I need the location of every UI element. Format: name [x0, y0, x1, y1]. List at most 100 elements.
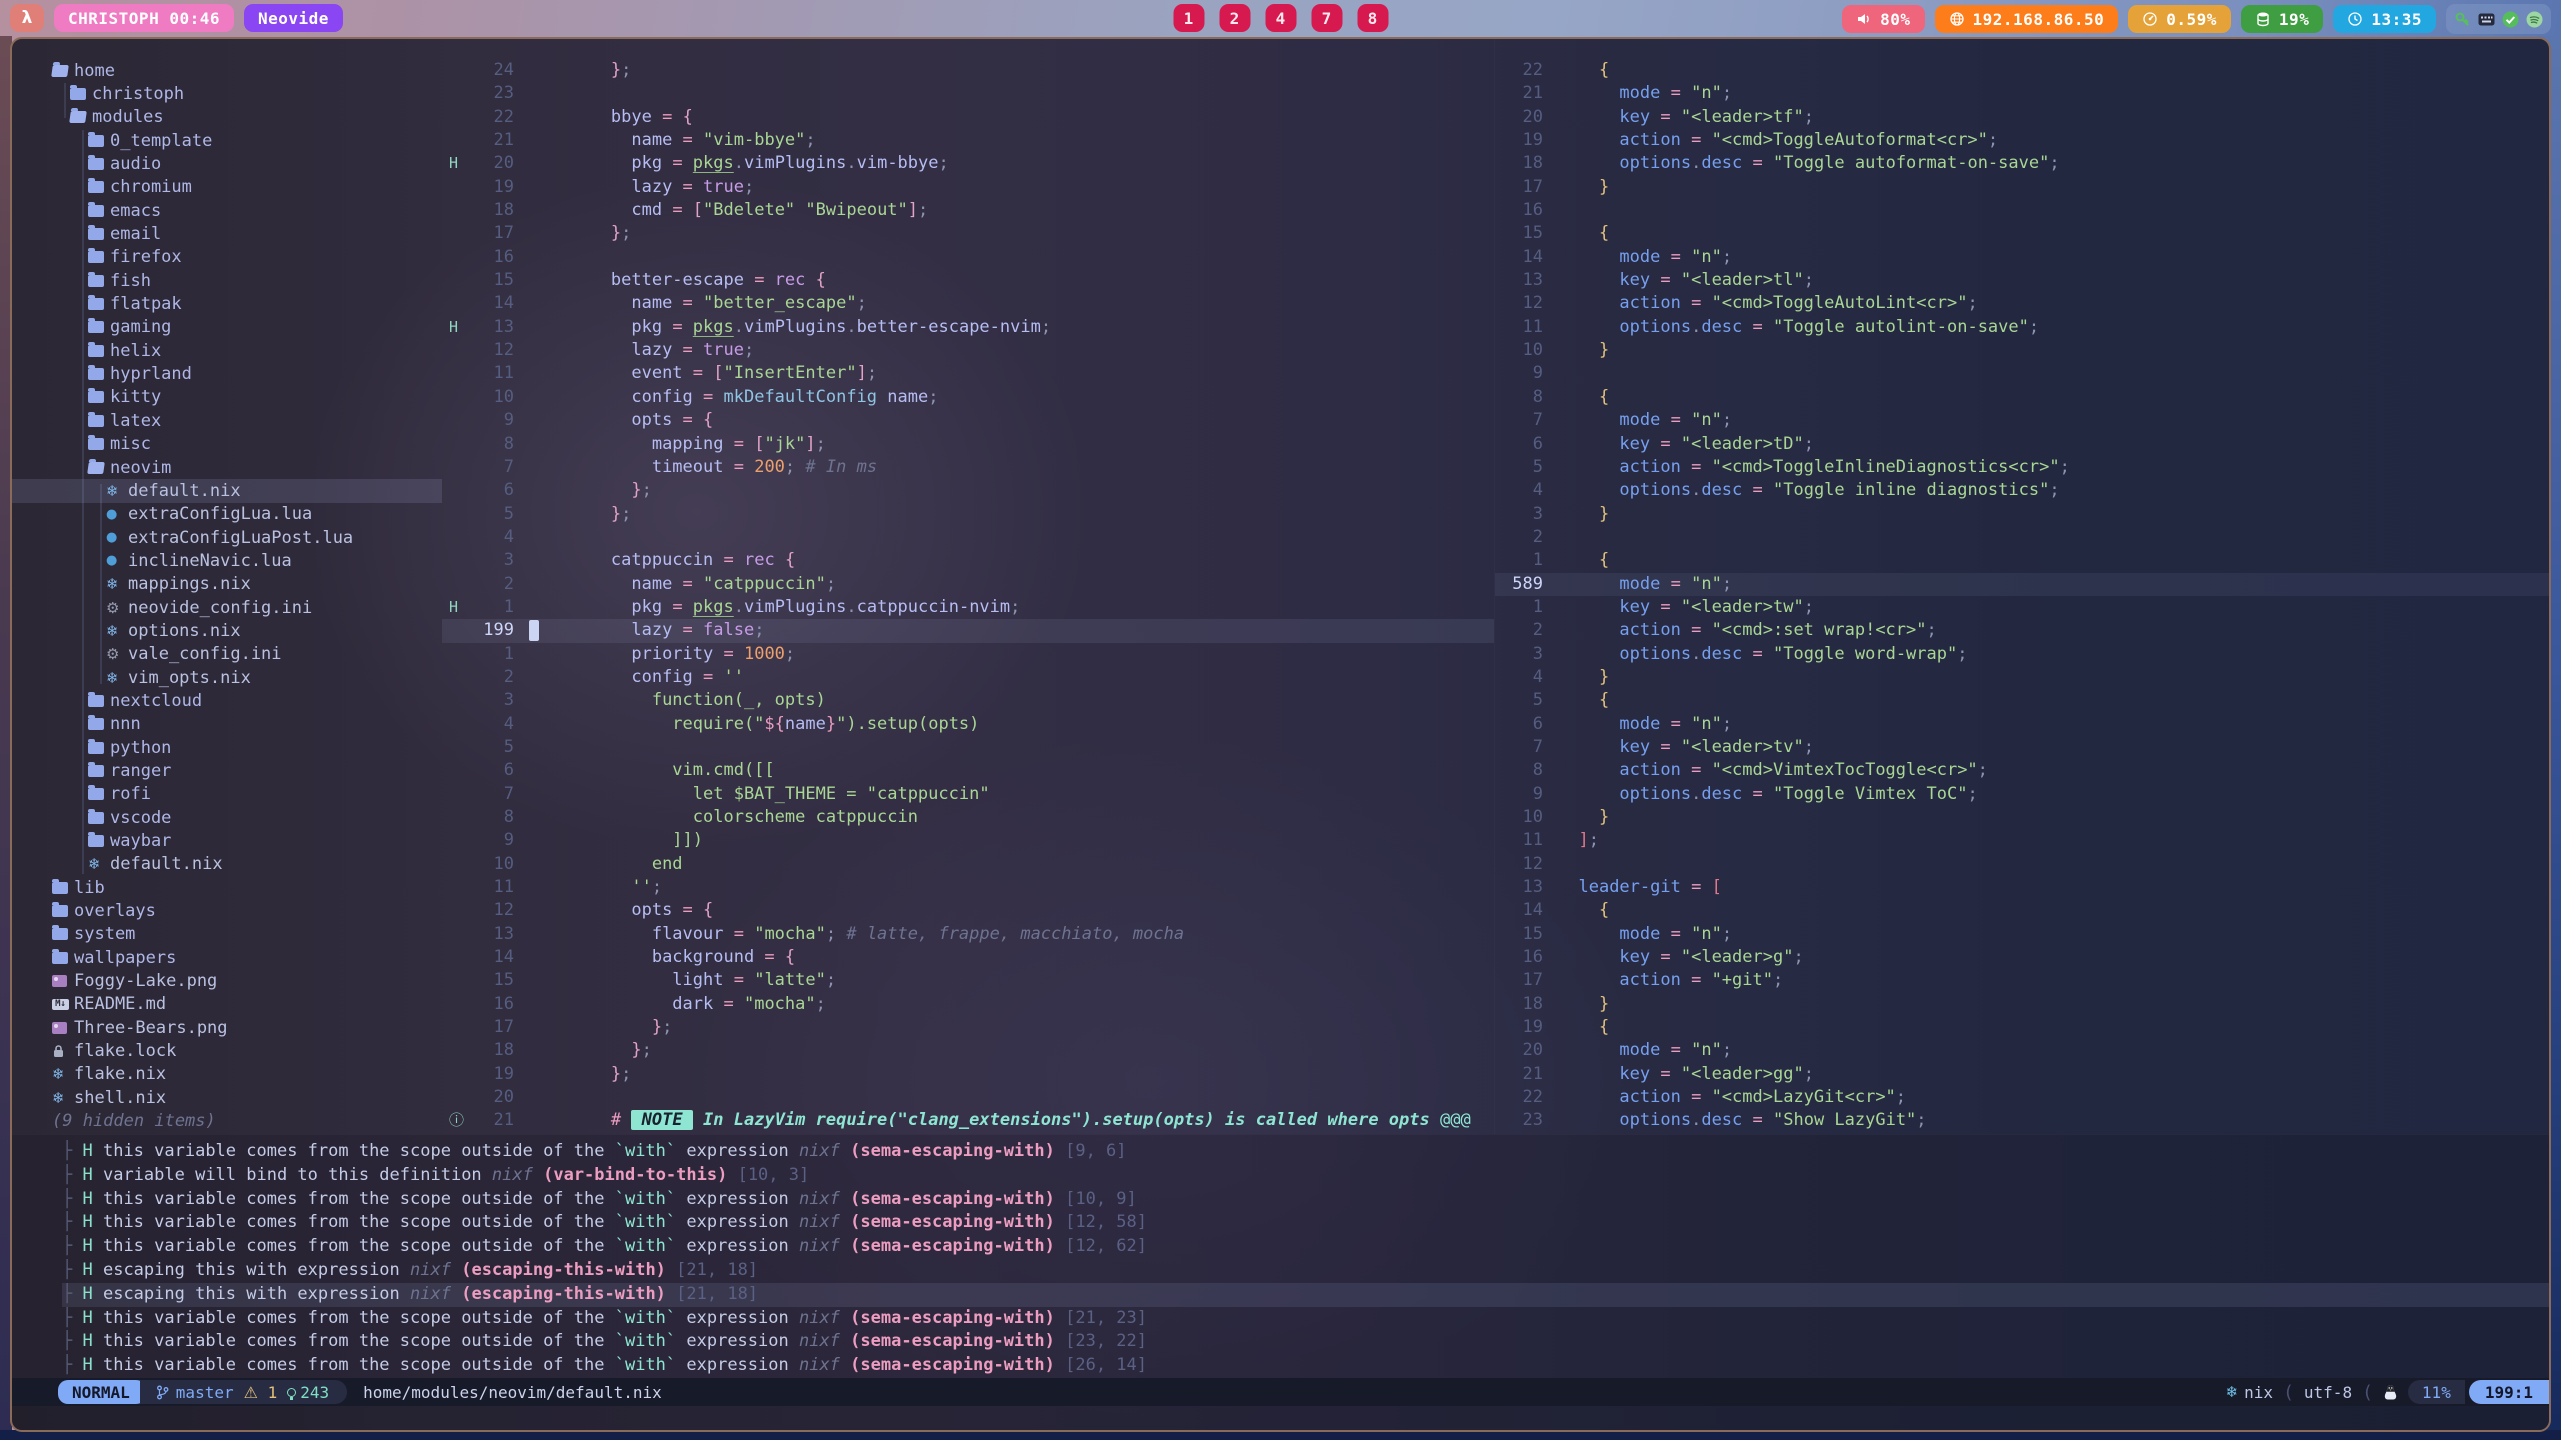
code-line[interactable]: 18 options.desc = "Toggle autoformat-on-…	[1495, 152, 2549, 175]
code-line[interactable]: ⓘ21 # NOTE In LazyVim require("clang_ext…	[442, 1109, 1494, 1132]
tree-item-fish[interactable]: fish	[12, 269, 442, 292]
tree-item-email[interactable]: email	[12, 222, 442, 245]
code-line[interactable]: 4 }	[1495, 666, 2549, 689]
code-line[interactable]: 20 key = "<leader>tf";	[1495, 106, 2549, 129]
code-line[interactable]: 6 mode = "n";	[1495, 713, 2549, 736]
warning-count[interactable]: ⚠ 1	[244, 1383, 278, 1402]
quickfix-item[interactable]: ├ H this variable comes from the scope o…	[62, 1307, 2549, 1331]
code-line[interactable]: H13 pkg = pkgs.vimPlugins.better-escape-…	[442, 316, 1494, 339]
cpu-module[interactable]: 0.59%	[2128, 5, 2231, 33]
quickfix-item[interactable]: ├ H escaping this with expression nixf (…	[62, 1283, 2549, 1307]
main-editor-pane[interactable]: 24 };2322 bbye = {21 name = "vim-bbye";H…	[442, 39, 1494, 1134]
workspace-button-8[interactable]: 8	[1357, 4, 1388, 32]
code-line[interactable]: 5 action = "<cmd>ToggleInlineDiagnostics…	[1495, 456, 2549, 479]
code-line[interactable]: 3 options.desc = "Toggle word-wrap";	[1495, 643, 2549, 666]
code-line[interactable]: 19 lazy = true;	[442, 176, 1494, 199]
tree-item-vscode[interactable]: vscode	[12, 806, 442, 829]
code-line[interactable]: H20 pkg = pkgs.vimPlugins.vim-bbye;	[442, 152, 1494, 175]
code-line[interactable]: 22 action = "<cmd>LazyGit<cr>";	[1495, 1086, 2549, 1109]
quickfix-item[interactable]: ├ H this variable comes from the scope o…	[62, 1354, 2549, 1378]
code-line[interactable]: 10 }	[1495, 806, 2549, 829]
code-line[interactable]: 17 action = "+git";	[1495, 969, 2549, 992]
code-line[interactable]: 8 action = "<cmd>VimtexTocToggle<cr>";	[1495, 759, 2549, 782]
tree-item-kitty[interactable]: kitty	[12, 386, 442, 409]
code-line[interactable]: 20	[442, 1086, 1494, 1109]
code-line[interactable]: 19 {	[1495, 1016, 2549, 1039]
tree-item-0_template[interactable]: 0_template	[12, 129, 442, 152]
check-icon[interactable]	[2502, 11, 2519, 28]
keyboard-icon[interactable]	[2478, 11, 2495, 28]
code-line[interactable]: 22 {	[1495, 59, 2549, 82]
quickfix-item[interactable]: ├ H this variable comes from the scope o…	[62, 1140, 2549, 1164]
code-line[interactable]: 1 key = "<leader>tw";	[1495, 596, 2549, 619]
code-line[interactable]: 9	[1495, 362, 2549, 385]
tree-hidden-items-note[interactable]: (9 hidden items)	[12, 1109, 442, 1132]
quickfix-item[interactable]: ├ H escaping this with expression nixf (…	[62, 1259, 2549, 1283]
code-line[interactable]: 4 options.desc = "Toggle inline diagnost…	[1495, 479, 2549, 502]
code-line[interactable]: 11 event = ["InsertEnter"];	[442, 362, 1494, 385]
tree-item-Three-Bears.png[interactable]: Three-Bears.png	[12, 1016, 442, 1039]
tree-item-emacs[interactable]: emacs	[12, 199, 442, 222]
disk-module[interactable]: 19%	[2241, 5, 2323, 33]
code-line[interactable]: 12 opts = {	[442, 899, 1494, 922]
code-line[interactable]: 10 end	[442, 853, 1494, 876]
code-line[interactable]: 6 key = "<leader>tD";	[1495, 433, 2549, 456]
command-line[interactable]	[12, 1406, 2549, 1430]
code-line[interactable]: 18 };	[442, 1039, 1494, 1062]
quickfix-item[interactable]: ├ H this variable comes from the scope o…	[62, 1330, 2549, 1354]
code-line[interactable]: 19 action = "<cmd>ToggleAutoformat<cr>";	[1495, 129, 2549, 152]
right-editor-pane[interactable]: 22 {21 mode = "n";20 key = "<leader>tf";…	[1494, 39, 2549, 1134]
tree-item-nnn[interactable]: nnn	[12, 713, 442, 736]
tree-item-overlays[interactable]: overlays	[12, 899, 442, 922]
tree-item-nextcloud[interactable]: nextcloud	[12, 689, 442, 712]
tree-item-README.md[interactable]: M↓README.md	[12, 993, 442, 1016]
code-line[interactable]: 2 name = "catppuccin";	[442, 573, 1494, 596]
code-line[interactable]: 9 options.desc = "Toggle Vimtex ToC";	[1495, 783, 2549, 806]
tree-item-neovim[interactable]: neovim	[12, 456, 442, 479]
code-line[interactable]: 15 {	[1495, 222, 2549, 245]
code-line[interactable]: 13 flavour = "mocha"; # latte, frappe, m…	[442, 923, 1494, 946]
code-line[interactable]: 2 config = ''	[442, 666, 1494, 689]
code-line[interactable]: 5	[442, 736, 1494, 759]
code-line[interactable]: 20 mode = "n";	[1495, 1039, 2549, 1062]
tree-item-hyprland[interactable]: hyprland	[12, 362, 442, 385]
tree-item-waybar[interactable]: waybar	[12, 829, 442, 852]
tree-item-python[interactable]: python	[12, 736, 442, 759]
code-line[interactable]: 14 background = {	[442, 946, 1494, 969]
tree-item-latex[interactable]: latex	[12, 409, 442, 432]
code-line[interactable]: 23 options.desc = "Show LazyGit";	[1495, 1109, 2549, 1132]
quickfix-item[interactable]: ├ H this variable comes from the scope o…	[62, 1188, 2549, 1212]
code-line[interactable]: 11 '';	[442, 876, 1494, 899]
code-line[interactable]: 21 mode = "n";	[1495, 82, 2549, 105]
code-line[interactable]: 17 }	[1495, 176, 2549, 199]
code-line[interactable]: 16	[1495, 199, 2549, 222]
tree-item-wallpapers[interactable]: wallpapers	[12, 946, 442, 969]
code-line[interactable]: 21 name = "vim-bbye";	[442, 129, 1494, 152]
tree-item-rofi[interactable]: rofi	[12, 783, 442, 806]
code-line[interactable]: 14 mode = "n";	[1495, 246, 2549, 269]
code-line[interactable]: 17 };	[442, 222, 1494, 245]
code-line[interactable]: 12 lazy = true;	[442, 339, 1494, 362]
tree-item-flake.nix[interactable]: ❄flake.nix	[12, 1063, 442, 1086]
code-line[interactable]: 589 mode = "n";	[1495, 573, 2549, 596]
tree-item-flake.lock[interactable]: flake.lock	[12, 1039, 442, 1062]
git-branch-label[interactable]: master	[176, 1383, 234, 1402]
workspace-button-1[interactable]: 1	[1173, 4, 1204, 32]
code-line[interactable]: 9 ]])	[442, 829, 1494, 852]
tree-item-extraConfigLuaPost.lua[interactable]: ●extraConfigLuaPost.lua	[12, 526, 442, 549]
tree-item-default.nix[interactable]: ❄default.nix	[12, 479, 442, 502]
tree-item-extraConfigLua.lua[interactable]: ●extraConfigLua.lua	[12, 503, 442, 526]
code-line[interactable]: 12	[1495, 853, 2549, 876]
code-line[interactable]: 1 {	[1495, 549, 2549, 572]
tree-item-vim_opts.nix[interactable]: ❄vim_opts.nix	[12, 666, 442, 689]
code-line[interactable]: 10 config = mkDefaultConfig name;	[442, 386, 1494, 409]
code-line[interactable]: 15 better-escape = rec {	[442, 269, 1494, 292]
workspace-button-7[interactable]: 7	[1311, 4, 1342, 32]
code-line[interactable]: 13 leader-git = [	[1495, 876, 2549, 899]
code-line[interactable]: 18 cmd = ["Bdelete" "Bwipeout"];	[442, 199, 1494, 222]
code-line[interactable]: 6 };	[442, 479, 1494, 502]
code-line[interactable]: 5 {	[1495, 689, 2549, 712]
code-line[interactable]: 13 key = "<leader>tl";	[1495, 269, 2549, 292]
tree-item-misc[interactable]: misc	[12, 433, 442, 456]
code-line[interactable]: 7 mode = "n";	[1495, 409, 2549, 432]
